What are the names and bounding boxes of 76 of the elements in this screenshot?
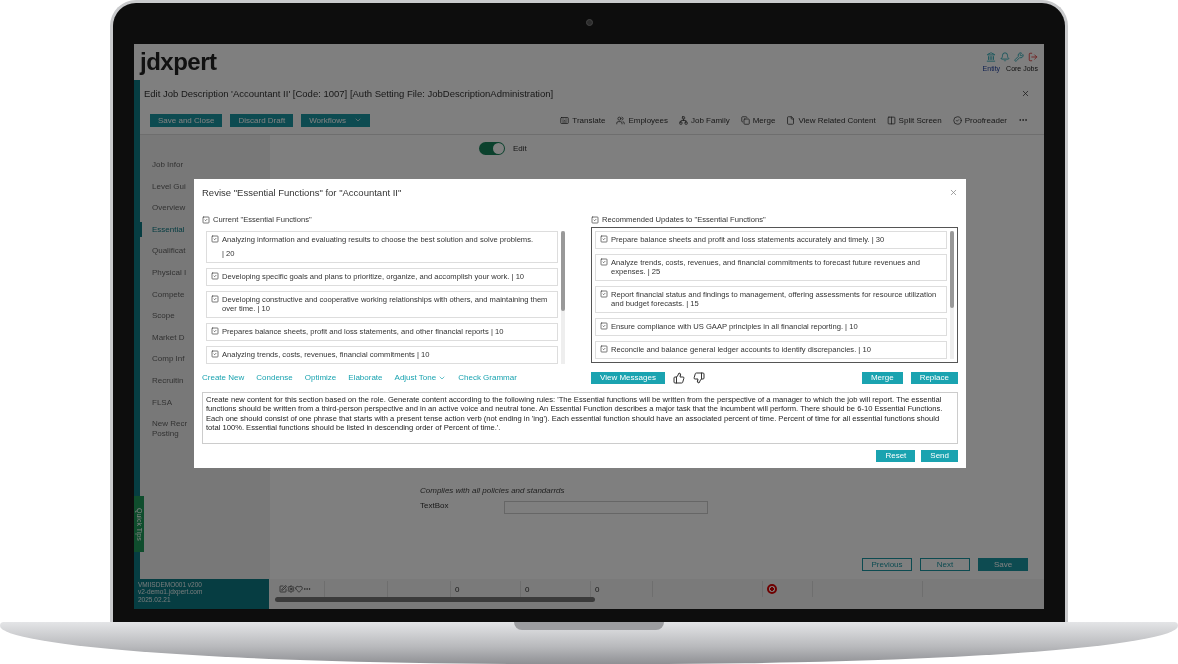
keyboard-icon [560,115,570,125]
action-button[interactable]: Workflows [301,113,370,127]
columns-icon [886,115,896,125]
logo: jdxpert [140,50,217,74]
result-button[interactable]: Merge [861,371,903,384]
checked-checkbox[interactable] [202,215,210,224]
thumbs-up-icon[interactable] [672,371,685,384]
record-icon[interactable] [767,584,777,594]
nav-button[interactable]: Previous [862,558,912,571]
nav-button[interactable]: Next [920,558,970,571]
checked-checkbox[interactable] [211,271,219,280]
copy-icon [740,115,750,125]
sidebar-item[interactable]: Overview [140,200,196,216]
tool-link[interactable]: Check Grammar [458,373,517,383]
table-cell: 0 [455,584,460,594]
toggle-switch[interactable] [479,141,505,155]
camera-icon [585,19,593,26]
bell-icon[interactable] [1000,52,1010,62]
people-icon [616,115,626,125]
logout-icon[interactable] [1028,52,1038,62]
check-circle-icon [952,115,962,125]
wrench-icon[interactable] [1014,52,1024,62]
dialog-button[interactable]: Send [921,449,958,462]
page-title: Edit Job Description 'Accountant II' [Code: 1007] [Auth Setting File: JobDescriptionAdministration] [144,87,554,99]
tool-link[interactable]: Create New [202,373,245,383]
view-messages-button[interactable]: View Messages [591,371,665,384]
close-icon[interactable] [949,187,958,197]
settings-icon[interactable] [287,585,295,593]
result-button[interactable]: Replace [910,371,958,384]
scrollbar[interactable] [561,231,565,364]
field-label: TextBox [420,501,449,510]
toggle-label: Edit [513,143,527,153]
caret-icon [353,116,362,124]
toolbar-button[interactable]: Split Screen [886,115,942,125]
dialog-button[interactable]: Reset [876,449,916,462]
checked-checkbox[interactable] [211,294,219,303]
close-icon[interactable] [1021,88,1030,98]
toolbar-button[interactable]: Proofreader [952,115,1007,125]
building-icon[interactable] [986,52,996,62]
edit-icon[interactable] [279,585,287,593]
tool-link[interactable]: Elaborate [348,373,383,383]
tool-link[interactable]: Condense [256,373,293,383]
checked-checkbox[interactable] [600,321,608,330]
more-icon[interactable] [303,585,311,593]
sidebar-item[interactable]: Compete [140,286,196,303]
checked-checkbox[interactable] [600,235,608,243]
scrollbar[interactable] [275,597,595,602]
action-button[interactable]: Save and Close [150,113,223,127]
checked-checkbox[interactable] [600,289,608,298]
checked-checkbox[interactable] [211,349,219,358]
toolbar-button[interactable]: Employees [616,115,668,125]
toolbar-button[interactable]: Merge [740,115,776,125]
checked-checkbox[interactable] [600,344,608,353]
action-button[interactable]: Discard Draft [230,113,294,127]
note-text: Complies with all policies and standarrds [419,486,566,495]
heart-icon[interactable] [295,585,303,593]
input-field[interactable] [504,501,709,514]
tool-link[interactable]: Optimize [304,373,337,383]
network-icon [679,115,688,125]
scrollbar[interactable] [950,231,954,359]
table-cell: 0 [595,584,600,594]
checked-checkbox[interactable] [600,258,608,266]
thumbs-down-icon[interactable] [692,371,705,384]
toolbar-button[interactable]: View Related Content [786,115,876,125]
checked-checkbox[interactable] [211,326,219,335]
dialog-title: Revise "Essential Functions" for "Accountant II" [202,186,402,198]
tool-link[interactable]: Adjust Tone [394,373,447,383]
checked-checkbox[interactable] [211,235,219,243]
document-icon [786,115,796,125]
checked-checkbox[interactable] [591,215,599,224]
toolbar-button[interactable]: Translate [560,115,606,125]
sidebar-item[interactable]: FLSA [140,394,196,411]
nav-button[interactable]: Save [978,558,1028,571]
toolbar-button[interactable]: Job Family [679,115,730,125]
sidebar-item[interactable]: New Recr Posting [140,416,196,442]
table-cell: 0 [525,584,530,594]
